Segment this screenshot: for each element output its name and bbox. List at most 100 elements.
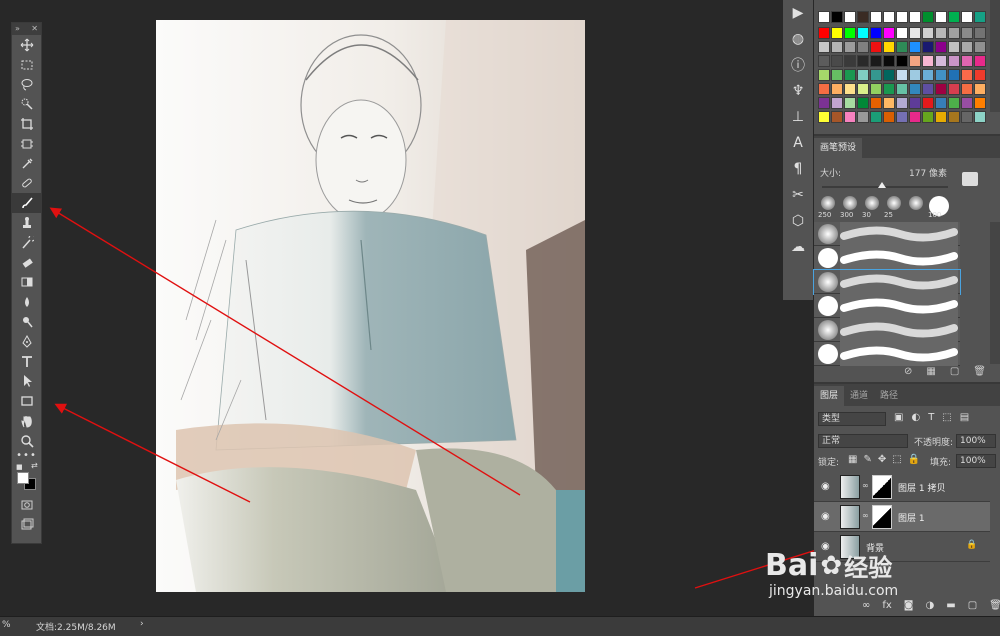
color-swatch[interactable]	[909, 27, 921, 39]
color-swatch[interactable]	[961, 55, 973, 67]
color-swatch[interactable]	[818, 27, 830, 39]
color-swatch[interactable]	[974, 41, 986, 53]
adjustment-filter-icon[interactable]: ◐	[911, 412, 920, 423]
color-swatch[interactable]	[857, 41, 869, 53]
3d-icon[interactable]: ⬡	[783, 208, 813, 234]
color-swatch[interactable]	[896, 83, 908, 95]
blend-mode-select[interactable]: 正常	[818, 434, 908, 448]
color-swatch[interactable]	[870, 11, 882, 23]
color-swatch[interactable]	[883, 11, 895, 23]
color-swatch[interactable]	[974, 97, 986, 109]
color-swatch[interactable]	[831, 69, 843, 81]
color-swatch[interactable]	[961, 111, 973, 123]
opacity-field[interactable]: 100%	[956, 434, 996, 448]
brush-panel-icon[interactable]: ▦	[926, 366, 935, 377]
layer-name[interactable]: 图层 1	[898, 511, 925, 524]
color-swatch[interactable]	[948, 69, 960, 81]
tab-1[interactable]: 通道	[844, 386, 874, 406]
color-swatch[interactable]	[883, 69, 895, 81]
color-swatch[interactable]	[948, 55, 960, 67]
color-swatch[interactable]	[948, 27, 960, 39]
color-mode-icon[interactable]: ◍	[783, 26, 813, 52]
mask-link-icon[interactable]: ∞	[862, 511, 869, 520]
color-swatch[interactable]	[909, 83, 921, 95]
shape-filter-icon[interactable]: ⬚	[942, 412, 951, 423]
layer-row[interactable]: ◉ ∞ 图层 1 拷贝	[814, 472, 990, 502]
brush-preset-thumb[interactable]	[906, 196, 928, 222]
paragraph-icon[interactable]: ¶	[783, 156, 813, 182]
clone-source-icon[interactable]: ⊥	[783, 104, 813, 130]
color-swatch[interactable]	[844, 83, 856, 95]
delete-brush-icon[interactable]: 🗑	[973, 366, 986, 377]
color-swatch[interactable]	[896, 55, 908, 67]
new-brush-preset-icon[interactable]: ▢	[950, 366, 959, 377]
brush-stroke-preset[interactable]	[814, 318, 960, 342]
color-swatch[interactable]	[857, 69, 869, 81]
brush-size-value[interactable]: 177 像素	[909, 166, 947, 179]
color-swatch[interactable]	[935, 11, 947, 23]
color-swatch[interactable]	[909, 55, 921, 67]
color-swatch[interactable]	[870, 69, 882, 81]
color-swatch[interactable]	[922, 41, 934, 53]
color-swatch[interactable]	[818, 55, 830, 67]
color-swatch[interactable]	[974, 69, 986, 81]
color-swatch[interactable]	[974, 55, 986, 67]
color-swatch[interactable]	[935, 27, 947, 39]
color-swatch[interactable]	[922, 55, 934, 67]
color-swatch[interactable]	[870, 41, 882, 53]
pixel-filter-icon[interactable]: ▣	[894, 412, 903, 423]
color-swatch[interactable]	[844, 27, 856, 39]
color-swatch[interactable]	[857, 83, 869, 95]
mask-link-icon[interactable]: ∞	[862, 481, 869, 490]
color-swatch[interactable]	[870, 111, 882, 123]
color-swatch[interactable]	[844, 97, 856, 109]
brush-preset-thumb[interactable]: 250	[818, 196, 840, 222]
color-swatch[interactable]	[974, 111, 986, 123]
color-swatch[interactable]	[831, 27, 843, 39]
color-swatch[interactable]	[883, 111, 895, 123]
color-swatch[interactable]	[922, 69, 934, 81]
color-swatch[interactable]	[896, 97, 908, 109]
color-swatch[interactable]	[935, 55, 947, 67]
color-swatch[interactable]	[857, 11, 869, 23]
visibility-eye-icon[interactable]: ◉	[821, 511, 830, 522]
tab-2[interactable]: 路径	[874, 386, 904, 406]
color-swatch[interactable]	[896, 27, 908, 39]
color-swatch[interactable]	[922, 11, 934, 23]
layer-mask-thumbnail[interactable]	[872, 475, 892, 499]
color-swatch[interactable]	[818, 83, 830, 95]
tools-icon[interactable]: ✂	[783, 182, 813, 208]
lock-artboard-icon[interactable]: ⬚	[892, 454, 901, 465]
color-swatch[interactable]	[909, 97, 921, 109]
color-swatch[interactable]	[961, 11, 973, 23]
brush-preset-thumb[interactable]: 100	[928, 196, 950, 222]
color-swatch[interactable]	[844, 11, 856, 23]
color-swatch[interactable]	[948, 97, 960, 109]
color-swatch[interactable]	[831, 111, 843, 123]
color-swatch[interactable]	[831, 97, 843, 109]
color-swatch[interactable]	[870, 27, 882, 39]
color-swatch[interactable]	[961, 27, 973, 39]
color-swatch[interactable]	[896, 111, 908, 123]
layer-name[interactable]: 图层 1 拷贝	[898, 481, 945, 494]
brush-preset-thumb[interactable]: 30	[862, 196, 884, 222]
color-swatch[interactable]	[909, 111, 921, 123]
color-swatch[interactable]	[857, 97, 869, 109]
color-swatch[interactable]	[935, 97, 947, 109]
color-swatch[interactable]	[883, 83, 895, 95]
color-swatch[interactable]	[948, 41, 960, 53]
type-filter-icon[interactable]: T	[928, 412, 934, 423]
tab-0[interactable]: 图层	[814, 386, 845, 406]
smart-object-filter-icon[interactable]: ▤	[960, 412, 969, 423]
color-swatch[interactable]	[818, 41, 830, 53]
lock-pixels-icon[interactable]: ✎	[863, 454, 871, 465]
paint-icon[interactable]: ♆	[783, 78, 813, 104]
color-swatch[interactable]	[818, 69, 830, 81]
color-swatch[interactable]	[948, 83, 960, 95]
color-swatch[interactable]	[857, 111, 869, 123]
color-swatch[interactable]	[896, 69, 908, 81]
color-swatch[interactable]	[870, 97, 882, 109]
brush-stroke-preset[interactable]	[814, 246, 960, 270]
color-swatch[interactable]	[831, 41, 843, 53]
color-swatch[interactable]	[818, 111, 830, 123]
